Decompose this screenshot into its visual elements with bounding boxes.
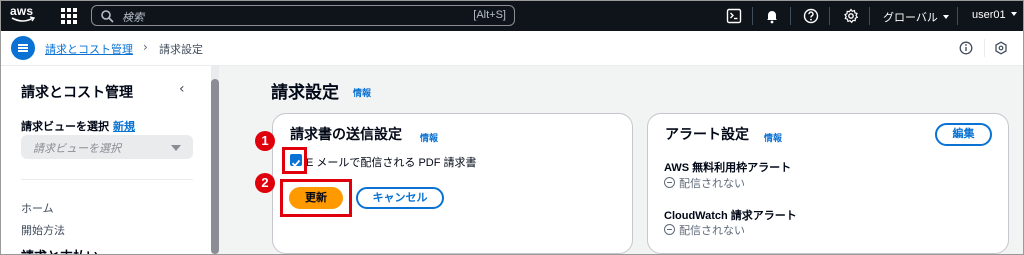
region-selector[interactable]: グローバル	[883, 9, 949, 25]
sidebar-item-home[interactable]: ホーム	[21, 200, 54, 216]
help-icon[interactable]	[803, 8, 819, 24]
search-icon	[101, 10, 114, 23]
search-shortcut: [Alt+S]	[473, 9, 506, 21]
topbar-divider	[752, 7, 753, 25]
new-billing-view-link[interactable]: 新規	[113, 118, 135, 134]
topbar-divider	[869, 7, 870, 25]
account-username: user01	[972, 9, 1006, 21]
aws-smile-icon	[11, 16, 36, 22]
invoice-card-title: 請求書の送信設定	[290, 126, 402, 142]
alert-status-cloudwatch: 配信されない	[664, 222, 745, 238]
breadcrumb-bar: 請求とコスト管理 › 請求設定	[1, 31, 1023, 66]
page-title: 請求設定	[271, 83, 339, 102]
page-info-link[interactable]: 情報	[353, 86, 371, 99]
topbar-divider	[957, 7, 958, 25]
alert-name-cloudwatch: CloudWatch 請求アラート	[664, 210, 797, 222]
invoice-card-info-link[interactable]: 情報	[420, 131, 438, 144]
services-menu-icon[interactable]	[61, 8, 77, 24]
alert-status-text: 配信されない	[679, 178, 745, 190]
cloudshell-icon[interactable]	[726, 8, 742, 24]
breadcrumb-current: 請求設定	[159, 44, 203, 56]
sidebar-scrollbar-thumb[interactable]	[211, 79, 219, 254]
billing-view-select[interactable]: 請求ビューを選択	[21, 135, 193, 159]
notifications-bell-icon[interactable]	[764, 8, 780, 24]
cancel-button[interactable]: キャンセル	[356, 187, 444, 209]
caret-down-icon	[171, 145, 181, 151]
region-label: グローバル	[883, 12, 938, 24]
sidebar-divider	[21, 179, 193, 180]
topbar-divider	[829, 7, 830, 25]
settings-panel-icon[interactable]	[994, 41, 1008, 55]
navigation-menu-button[interactable]	[11, 36, 35, 60]
caret-down-icon	[1010, 12, 1017, 16]
status-minus-icon	[664, 224, 675, 235]
account-menu[interactable]: user01	[972, 9, 1017, 21]
alert-status-text: 配信されない	[679, 225, 745, 237]
collapse-sidebar-icon[interactable]: ‹	[179, 81, 185, 97]
step2-highlight-box	[280, 179, 352, 217]
step1-highlight-box	[282, 147, 307, 174]
search-placeholder: 検索	[122, 12, 144, 24]
chevron-right-icon: ›	[143, 40, 148, 54]
edit-button[interactable]: 編集	[935, 123, 992, 146]
aws-logo[interactable]: aws	[10, 4, 44, 27]
status-minus-icon	[664, 177, 675, 188]
search-input[interactable]: 検索 [Alt+S]	[91, 5, 515, 26]
breadcrumb-parent-link[interactable]: 請求とコスト管理	[45, 41, 133, 57]
top-navigation-bar: aws 検索 [Alt+S] グローバル user01	[1, 1, 1023, 31]
side-navigation: 請求とコスト管理 ‹ 請求ビューを選択 新規 請求ビューを選択 ホーム 開始方法…	[1, 66, 212, 254]
billing-view-label: 請求ビューを選択	[21, 121, 109, 133]
topbar-divider	[790, 7, 791, 25]
breadcrumb-divider	[984, 39, 985, 57]
sidebar-title: 請求とコスト管理	[21, 84, 133, 100]
settings-gear-icon[interactable]	[843, 8, 859, 24]
alert-card-title: アラート設定	[665, 126, 749, 142]
sidebar-section-billing-payments: 請求と支払い	[21, 246, 99, 254]
billing-view-select-placeholder: 請求ビューを選択	[33, 143, 121, 155]
step1-badge: 1	[255, 131, 275, 151]
alert-name-free-tier: AWS 無料利用枠アラート	[664, 162, 792, 174]
app-frame: aws 検索 [Alt+S] グローバル user01 請求とコスト管理 › 請…	[1, 1, 1023, 254]
step2-badge: 2	[255, 173, 275, 193]
info-panel-icon[interactable]	[959, 41, 973, 55]
alert-status-free-tier: 配信されない	[664, 175, 745, 191]
pdf-invoice-checkbox-label[interactable]: E メールで配信される PDF 請求書	[306, 154, 477, 170]
sidebar-item-getting-started[interactable]: 開始方法	[21, 222, 65, 238]
alert-card-info-link[interactable]: 情報	[764, 131, 782, 144]
caret-down-icon	[942, 15, 949, 19]
